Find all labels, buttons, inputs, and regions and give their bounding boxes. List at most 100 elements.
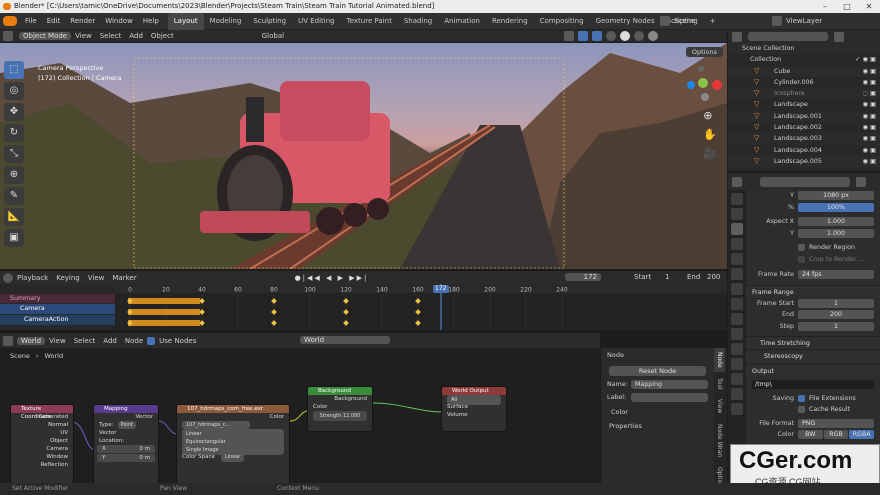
particles-tab-icon[interactable] (731, 328, 743, 340)
tab-texture-paint[interactable]: Texture Paint (341, 13, 398, 30)
node-editor-type-icon[interactable] (3, 335, 13, 346)
maximize-icon[interactable]: □ (836, 0, 858, 13)
outliner-row[interactable]: ▽ Landscape.005 ◉ ▣ (728, 155, 880, 168)
outliner-search[interactable] (748, 32, 828, 41)
menu-edit[interactable]: Edit (42, 13, 66, 30)
outliner-row[interactable]: ▽ Cube ◉ ▣ (728, 65, 880, 77)
outliner-type-icon[interactable] (732, 31, 742, 42)
navigation-gizmo-icon[interactable] (683, 63, 723, 103)
track-camera-action[interactable]: CameraAction (0, 315, 115, 325)
frame-rate-select[interactable]: 24 fps (798, 270, 874, 280)
tab-sculpting[interactable]: Sculpting (247, 13, 292, 30)
crop-row[interactable]: Crop to Render ... (746, 254, 880, 266)
scene-tab-icon[interactable] (731, 253, 743, 265)
scene-collection-row[interactable]: Scene Collection (728, 43, 880, 55)
render-region-checkbox[interactable] (798, 244, 805, 252)
image-file-select[interactable]: 107_hdrmaps_c... (182, 421, 250, 429)
menu-help[interactable]: Help (138, 13, 164, 30)
vp-menu-select[interactable]: Select (96, 32, 126, 40)
node-environment-texture[interactable]: 107_hdrmaps_com_free.exr Color 107_hdrma… (176, 404, 290, 483)
view-layer-tab-icon[interactable] (731, 238, 743, 250)
material-tab-icon[interactable] (731, 388, 743, 400)
measure-icon[interactable]: 📐 (4, 208, 24, 226)
menu-file[interactable]: File (20, 13, 42, 30)
pan-hand-icon[interactable]: ✋ (703, 128, 717, 141)
menu-render[interactable]: Render (65, 13, 100, 30)
start-value[interactable]: 1 (661, 273, 673, 281)
frame-start-field[interactable]: 1 (798, 298, 874, 308)
visibility-icons[interactable]: ◉ ▣ (863, 99, 876, 110)
camera-view-icon[interactable]: 🎥 (703, 147, 717, 160)
ne-menu-node[interactable]: Node (121, 337, 147, 345)
scale-icon[interactable]: ⤡ (4, 145, 24, 163)
outliner-row[interactable]: Collection ✓ ◉ ▣ (728, 54, 880, 65)
sidebar-tab-view[interactable]: View (714, 395, 725, 417)
file-format-select[interactable]: PNG (798, 418, 874, 428)
blender-menu-icon[interactable] (3, 16, 17, 26)
visibility-icons[interactable]: ◉ ▣ (863, 145, 876, 156)
frame-end-field[interactable]: 200 (798, 310, 874, 320)
reset-node-button[interactable]: Reset Node (609, 366, 706, 376)
playback-controls[interactable]: ●|◀◀ ◀ ▶ ▶▶| (291, 274, 373, 282)
label-field[interactable] (631, 393, 708, 402)
material-shading-icon[interactable] (634, 31, 644, 41)
xray-icon[interactable] (592, 31, 602, 41)
time-stretching-section[interactable]: Time Stretching (746, 336, 880, 349)
vp-menu-add[interactable]: Add (125, 32, 147, 40)
rendered-shading-icon[interactable] (648, 31, 658, 41)
tab-compositing[interactable]: Compositing (534, 13, 590, 30)
move-icon[interactable]: ✥ (4, 103, 24, 121)
options-button[interactable]: Options (685, 47, 723, 57)
menu-window[interactable]: Window (100, 13, 138, 30)
color-rgba-button[interactable]: RGBA (849, 430, 875, 440)
visibility-icons[interactable]: ◉ ▣ (863, 122, 876, 133)
tab-rendering[interactable]: Rendering (486, 13, 534, 30)
gizmo-icon[interactable] (564, 31, 574, 41)
node-background[interactable]: Background Background Color Strength 12.… (307, 386, 373, 432)
color-bw-button[interactable]: BW (798, 430, 823, 440)
outliner-row[interactable]: ▽ Landscape.002 ◉ ▣ (728, 122, 880, 133)
clock-icon[interactable] (3, 272, 13, 283)
output-path-field[interactable]: /tmp\ (752, 380, 874, 390)
object-tab-icon[interactable] (731, 298, 743, 310)
render-tab-icon[interactable] (731, 208, 743, 220)
file-ext-checkbox[interactable] (798, 394, 805, 402)
data-tab-icon[interactable] (731, 373, 743, 385)
outliner-row[interactable]: ▽ Landscape ◉ ▣ (728, 99, 880, 110)
tl-menu-playback[interactable]: Playback (13, 274, 52, 282)
overlay-icon[interactable] (578, 31, 588, 41)
outliner-row[interactable]: ▽ Landscape.004 ◉ ▣ (728, 145, 880, 156)
solid-shading-icon[interactable] (620, 31, 630, 41)
node-mapping[interactable]: Mapping Vector Type: Point Vector Locatio… (93, 404, 159, 483)
color-rgb-button[interactable]: RGB (823, 430, 849, 440)
vp-menu-object[interactable]: Object (147, 32, 178, 40)
tab-layout[interactable]: Layout (167, 12, 204, 30)
texture-tab-icon[interactable] (731, 403, 743, 415)
tab-shading[interactable]: Shading (398, 13, 438, 30)
visibility-icons[interactable]: ✓ ◉ ▣ (855, 54, 876, 65)
current-frame-field[interactable]: 172 (565, 273, 601, 281)
annotate-icon[interactable]: ✎ (4, 187, 24, 205)
node-section-header[interactable]: Node (601, 348, 714, 362)
outliner-row[interactable]: ▽ Landscape.003 ◉ ▣ (728, 133, 880, 145)
pin-icon[interactable] (856, 176, 866, 187)
add-workspace-icon[interactable]: + (704, 13, 722, 30)
render-region-row[interactable]: Render Region (746, 242, 880, 254)
editor-type-icon[interactable] (3, 31, 13, 41)
output-tab-icon[interactable] (731, 223, 743, 235)
zoom-icon[interactable]: ⊕ (703, 109, 717, 122)
tool-tab-icon[interactable] (731, 193, 743, 205)
res-y-field[interactable]: 1080 px (798, 191, 874, 201)
node-editor[interactable]: Texture Coordinate Generated Normal UV O… (0, 348, 600, 483)
properties-search[interactable] (760, 176, 850, 187)
3d-viewport[interactable]: Camera Perspective (172) Collection | Ca… (0, 43, 727, 269)
minimize-icon[interactable]: – (814, 0, 836, 13)
tl-menu-keying[interactable]: Keying (52, 274, 84, 282)
scene-selector[interactable]: Scene (660, 16, 695, 26)
visibility-icons[interactable]: ◌ ▣ (863, 88, 876, 99)
tl-menu-marker[interactable]: Marker (108, 274, 140, 282)
strength-field[interactable]: Strength 12.000 (313, 411, 367, 421)
crop-checkbox[interactable] (798, 255, 805, 263)
frame-range-section[interactable]: Frame Range (746, 284, 880, 298)
output-section[interactable]: Output (746, 364, 880, 377)
